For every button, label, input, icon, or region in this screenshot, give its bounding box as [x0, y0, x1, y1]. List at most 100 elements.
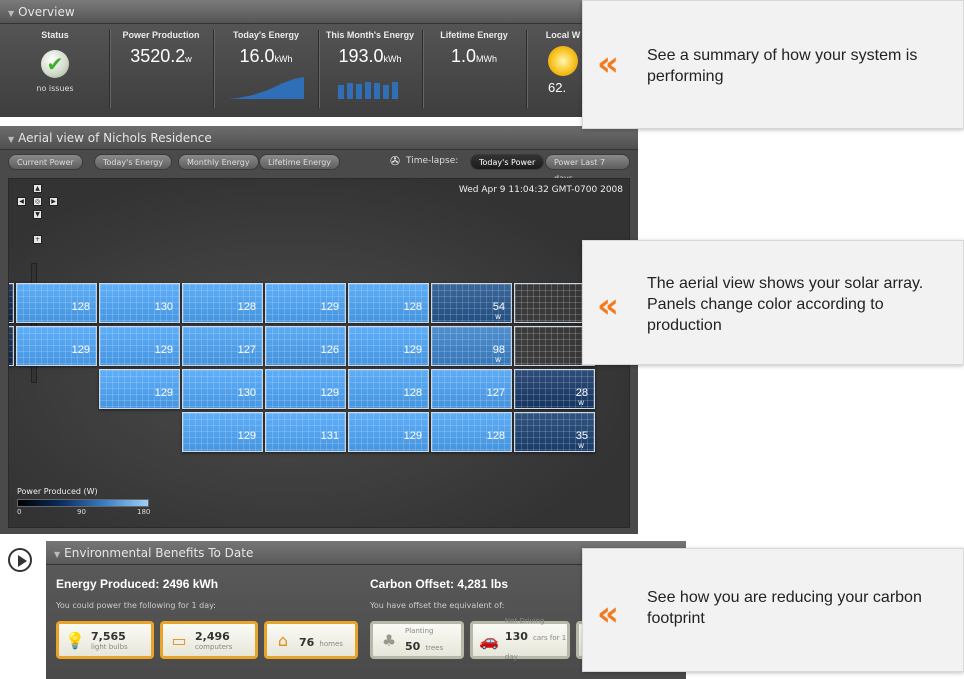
collapse-triangle-icon[interactable]: ▼	[8, 9, 14, 18]
card-value: 130	[504, 630, 528, 643]
zoom-in-icon[interactable]: +	[33, 235, 42, 244]
light-bulbs-card[interactable]: 💡 7,565 light bulbs	[56, 621, 154, 659]
solar-panel[interactable]: 35 W	[514, 412, 595, 452]
callout-text: See a summary of how your system is perf…	[647, 47, 918, 85]
computer-icon: ▭	[171, 630, 187, 650]
solar-panel[interactable]: 54 W	[431, 283, 512, 323]
panel-value: 128	[403, 387, 422, 399]
callout-aerial: « The aerial view shows your solar array…	[582, 240, 964, 365]
trees-card[interactable]: ♣ Planting 50 trees	[370, 621, 464, 659]
home-icon: ⌂	[277, 630, 289, 650]
status-column: Status ✔ no issues	[10, 30, 100, 112]
solar-panel[interactable]: 128	[16, 283, 97, 323]
todays-power-button[interactable]: Today's Power	[470, 154, 545, 170]
solar-panel[interactable]: 128	[182, 283, 263, 323]
legend-title: Power Produced (W)	[17, 487, 98, 496]
solar-panel[interactable]: 130	[99, 283, 180, 323]
play-icon[interactable]	[8, 548, 32, 572]
solar-panel[interactable]: 128	[348, 369, 429, 409]
homes-card[interactable]: ⌂ 76 homes	[264, 621, 358, 659]
solar-panel[interactable]: 126	[265, 326, 346, 366]
solar-panel[interactable]: 129	[182, 412, 263, 452]
overview-title: Overview	[18, 5, 75, 19]
cars-card[interactable]: 🚗 Not Driving 130 cars for 1 day	[470, 617, 570, 661]
lifetime-energy-value: 1.0	[450, 46, 477, 66]
carbon-offset-sub: You have offset the equivalent of:	[370, 601, 505, 610]
legend-tick: 90	[77, 508, 86, 516]
env-title: Environmental Benefits To Date	[64, 546, 254, 560]
aerial-header[interactable]: ▼ Aerial view of Nichols Residence	[0, 126, 638, 150]
aerial-title: Aerial view of Nichols Residence	[18, 131, 212, 145]
card-top: Planting	[405, 626, 434, 635]
timelapse-label: Time-lapse:	[406, 156, 459, 166]
solar-panel[interactable]: 130	[182, 369, 263, 409]
energy-produced-heading: Energy Produced: 2496 kWh	[56, 577, 219, 591]
solar-panel[interactable]: 131	[265, 412, 346, 452]
tab-monthly-energy[interactable]: Monthly Energy	[178, 154, 259, 170]
computers-card[interactable]: ▭ 2,496 computers	[160, 621, 258, 659]
card-top: Not Driving	[504, 617, 545, 625]
card-value: 7,565	[91, 629, 126, 643]
todays-energy-value: 16.0	[239, 46, 275, 66]
legend-tick: 180	[137, 508, 151, 516]
tab-current-power[interactable]: Current Power	[8, 154, 83, 170]
todays-energy-column: Today's Energy 16.0kWh	[216, 30, 316, 112]
panel-value: 128	[486, 430, 505, 442]
pan-left-icon[interactable]: ◀	[17, 197, 26, 206]
collapse-triangle-icon[interactable]: ▼	[54, 550, 60, 559]
solar-panel[interactable]: 129	[99, 326, 180, 366]
solar-panel[interactable]: 128	[431, 412, 512, 452]
panel-value: 129	[154, 387, 173, 399]
solar-panel[interactable]: 128	[348, 283, 429, 323]
panel-value: 127	[486, 387, 505, 399]
todays-energy-sparkline	[228, 77, 304, 99]
solar-panel[interactable]: 28 W	[514, 369, 595, 409]
panel-value: 98	[492, 344, 505, 356]
collapse-triangle-icon[interactable]: ▼	[8, 135, 14, 144]
car-icon: 🚗	[479, 630, 499, 650]
aerial-map[interactable]: Wed Apr 9 11:04:32 GMT-0700 2008 ▲ ◀ ◎ ▶…	[8, 178, 630, 528]
power-legend: Power Produced (W) 0 90 180	[17, 487, 157, 523]
tab-lifetime-energy[interactable]: Lifetime Energy	[259, 154, 341, 170]
panel-value: 130	[154, 301, 173, 313]
solar-panel[interactable]: 129	[348, 326, 429, 366]
panel-unit: W	[578, 443, 584, 450]
monthly-energy-column: This Month's Energy 193.0kWh	[320, 30, 420, 112]
panel-value: 129	[320, 387, 339, 399]
solar-panel[interactable]: 129	[348, 412, 429, 452]
pan-center-icon[interactable]: ◎	[33, 197, 42, 206]
monthly-energy-value: 193.0	[338, 46, 384, 66]
timestamp: Wed Apr 9 11:04:32 GMT-0700 2008	[458, 185, 623, 195]
carbon-offset-heading: Carbon Offset: 4,281 lbs	[370, 577, 509, 591]
pan-up-icon[interactable]: ▲	[33, 184, 42, 193]
solar-panel[interactable]: 129	[265, 369, 346, 409]
solar-panel[interactable]: 129	[16, 326, 97, 366]
power-production-label: Power Production	[122, 30, 200, 40]
card-value: 2,496	[195, 629, 230, 643]
solar-panel[interactable]: 129	[265, 283, 346, 323]
card-caption: light bulbs	[91, 642, 128, 651]
pan-down-icon[interactable]: ▼	[33, 210, 42, 219]
solar-panel[interactable]: 8	[9, 283, 14, 323]
panel-value: 128	[237, 301, 256, 313]
overview-header[interactable]: ▼ Overview	[0, 0, 600, 24]
power-production-value: 3520.2	[130, 46, 186, 66]
double-chevron-left-icon: «	[597, 44, 619, 84]
solar-panel[interactable]: 127	[431, 369, 512, 409]
lifetime-energy-label: Lifetime Energy	[440, 30, 508, 40]
solar-panel[interactable]: 127	[182, 326, 263, 366]
panel-unit: W	[495, 314, 501, 321]
power-last-7-days-button[interactable]: Power Last 7 days	[545, 154, 630, 183]
panel-value: 131	[320, 430, 339, 442]
double-chevron-left-icon: «	[597, 286, 619, 326]
panel-unit: W	[578, 400, 584, 407]
card-caption: homes	[319, 639, 343, 648]
power-production-column: Power Production 3520.2w	[112, 30, 210, 112]
tab-todays-energy[interactable]: Today's Energy	[94, 154, 173, 170]
double-chevron-left-icon: «	[597, 594, 619, 634]
panel-value: 126	[320, 344, 339, 356]
solar-panel[interactable]: 129	[99, 369, 180, 409]
pan-right-icon[interactable]: ▶	[49, 197, 58, 206]
solar-panel[interactable]: 98 W	[431, 326, 512, 366]
solar-panel[interactable]: 9W	[9, 326, 14, 366]
